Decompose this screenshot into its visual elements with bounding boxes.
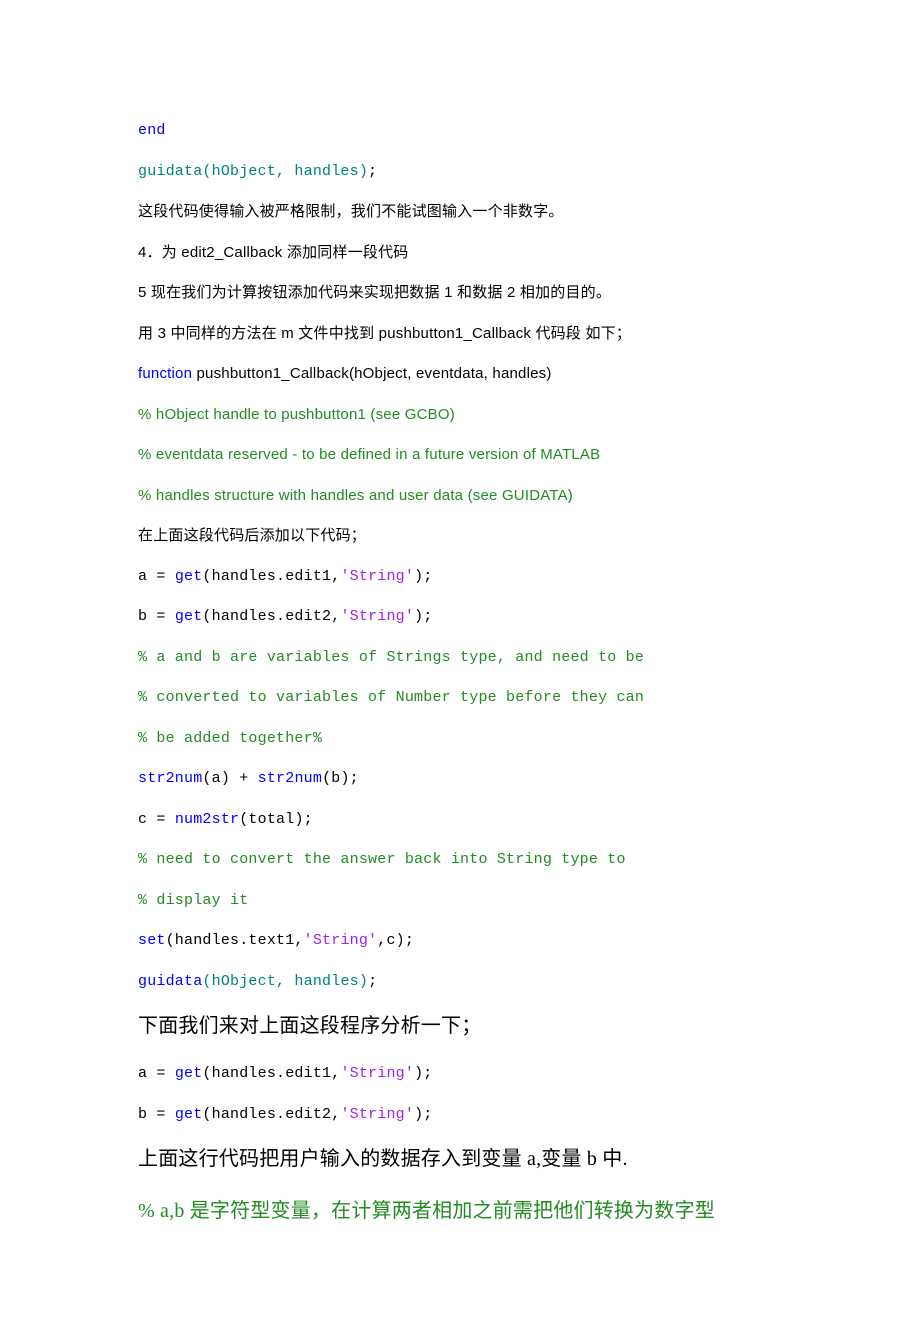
code-line: c = num2str(total);: [138, 809, 790, 832]
comment-line: % a,b 是字符型变量，在计算两者相加之前需把他们转换为数字型: [138, 1196, 790, 1226]
body-text: 这段代码使得输入被严格限制，我们不能试图输入一个非数字。: [138, 201, 790, 224]
code-line: function pushbutton1_Callback(hObject, e…: [138, 363, 790, 386]
code-text: guidata: [138, 973, 202, 990]
code-line: b = get(handles.edit2,'String');: [138, 606, 790, 629]
code-line: end: [138, 120, 790, 143]
code-text: (handles.edit1,: [202, 1065, 340, 1082]
code-text: b =: [138, 1106, 175, 1123]
code-text: );: [414, 608, 432, 625]
code-text: );: [414, 1106, 432, 1123]
code-text: set: [138, 932, 166, 949]
code-text: (total);: [239, 811, 313, 828]
string-literal: 'String': [340, 608, 414, 625]
comment-line: % handles structure with handles and use…: [138, 485, 790, 508]
code-line: set(handles.text1,'String',c);: [138, 930, 790, 953]
code-line: b = get(handles.edit2,'String');: [138, 1104, 790, 1127]
code-text: a =: [138, 568, 175, 585]
code-text: num2str: [175, 811, 239, 828]
code-text: ,c);: [377, 932, 414, 949]
code-line: guidata(hObject, handles);: [138, 161, 790, 184]
code-text: (handles.edit2,: [202, 608, 340, 625]
code-text: );: [414, 1065, 432, 1082]
body-text: 上面这行代码把用户输入的数据存入到变量 a,变量 b 中.: [138, 1144, 790, 1174]
code-text: pushbutton1_Callback(hObject, eventdata,…: [192, 365, 551, 382]
code-text: get: [175, 1065, 203, 1082]
code-line: guidata(hObject, handles);: [138, 971, 790, 994]
code-text: ;: [368, 163, 377, 180]
code-line: str2num(a) + str2num(b);: [138, 768, 790, 791]
code-text: guidata(hObject, handles): [138, 163, 368, 180]
code-text: (handles.edit2,: [202, 1106, 340, 1123]
code-text: (handles.text1,: [166, 932, 304, 949]
code-text: (handles.edit1,: [202, 568, 340, 585]
keyword-function: function: [138, 365, 192, 382]
code-line: a = get(handles.edit1,'String');: [138, 1063, 790, 1086]
comment-line: % need to convert the answer back into S…: [138, 849, 790, 872]
code-text: ;: [368, 973, 377, 990]
string-literal: 'String': [340, 1106, 414, 1123]
string-literal: 'String': [340, 568, 414, 585]
code-text: get: [175, 1106, 203, 1123]
comment-line: % display it: [138, 890, 790, 913]
body-text: 用 3 中同样的方法在 m 文件中找到 pushbutton1_Callback…: [138, 323, 790, 346]
document-page: end guidata(hObject, handles); 这段代码使得输入被…: [0, 0, 920, 1344]
code-text: (a) +: [202, 770, 257, 787]
body-text: 下面我们来对上面这段程序分析一下；: [138, 1011, 790, 1041]
code-text: str2num: [138, 770, 202, 787]
code-line: a = get(handles.edit1,'String');: [138, 566, 790, 589]
string-literal: 'String': [340, 1065, 414, 1082]
body-text: 4．为 edit2_Callback 添加同样一段代码: [138, 242, 790, 265]
code-text: str2num: [258, 770, 322, 787]
code-text: get: [175, 568, 203, 585]
comment-line: % hObject handle to pushbutton1 (see GCB…: [138, 404, 790, 427]
code-text: get: [175, 608, 203, 625]
comment-line: % be added together%: [138, 728, 790, 751]
body-text: 在上面这段代码后添加以下代码；: [138, 525, 790, 548]
code-text: (hObject, handles): [202, 973, 368, 990]
code-text: );: [414, 568, 432, 585]
comment-line: % eventdata reserved - to be defined in …: [138, 444, 790, 467]
comment-line: % converted to variables of Number type …: [138, 687, 790, 710]
body-text: 5 现在我们为计算按钮添加代码来实现把数据 1 和数据 2 相加的目的。: [138, 282, 790, 305]
code-text: b =: [138, 608, 175, 625]
code-text: a =: [138, 1065, 175, 1082]
code-text: c =: [138, 811, 175, 828]
code-text: (b);: [322, 770, 359, 787]
string-literal: 'String': [304, 932, 378, 949]
comment-line: % a and b are variables of Strings type,…: [138, 647, 790, 670]
